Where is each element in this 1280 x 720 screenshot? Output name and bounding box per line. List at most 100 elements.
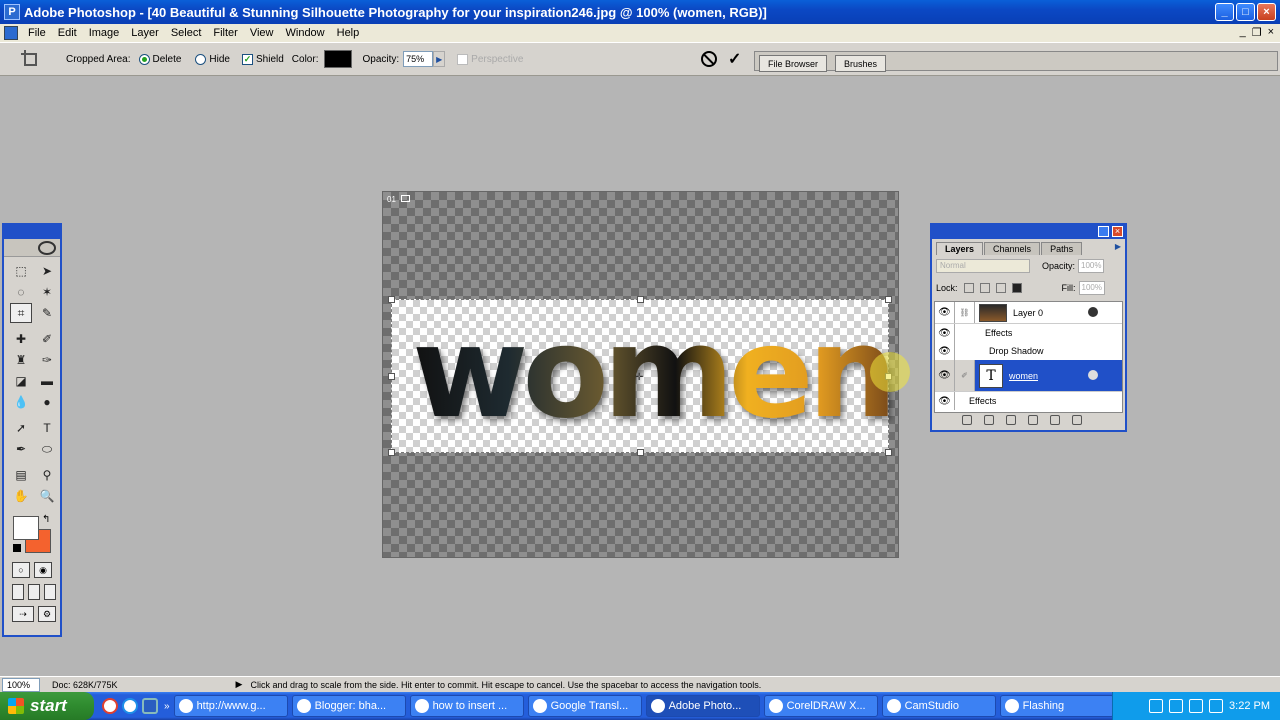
maximize-button[interactable]: □ (1236, 3, 1255, 21)
shield-color-swatch[interactable] (324, 50, 353, 68)
eyedropper-tool-icon[interactable]: ⚲ (36, 465, 58, 485)
jump-icon[interactable]: ⚙ (38, 606, 56, 622)
hide-radio[interactable] (195, 53, 207, 65)
path-selection-tool-icon[interactable]: ➚ (10, 418, 32, 438)
hand-tool-icon[interactable]: ✋ (10, 486, 32, 506)
document-menu-icon[interactable] (4, 26, 18, 40)
doc-close-button[interactable]: × (1268, 26, 1274, 39)
menu-window[interactable]: Window (280, 27, 331, 39)
taskbar-button[interactable]: http://www.g... (173, 695, 288, 717)
crop-handle-bottom-right[interactable] (885, 449, 892, 456)
menu-filter[interactable]: Filter (207, 27, 243, 39)
dodge-tool-icon[interactable]: ● (36, 392, 58, 412)
menu-help[interactable]: Help (331, 27, 366, 39)
effects-row[interactable]: 👁 Effects (935, 324, 1122, 342)
new-set-icon[interactable] (1006, 415, 1016, 425)
eraser-tool-icon[interactable]: ◪ (10, 371, 32, 391)
link-icon[interactable]: ⛓ (955, 302, 975, 323)
toolbox-title-bar[interactable] (4, 225, 60, 239)
clone-stamp-tool-icon[interactable]: ♜ (10, 350, 32, 370)
menu-edit[interactable]: Edit (52, 27, 83, 39)
doc-minimize-button[interactable]: _ (1240, 26, 1246, 39)
healing-brush-tool-icon[interactable]: ✚ (10, 329, 32, 349)
menu-view[interactable]: View (244, 27, 280, 39)
brush-link-icon[interactable]: ✐ (955, 360, 975, 391)
lock-all-icon[interactable] (1011, 283, 1022, 293)
tab-layers[interactable]: Layers (936, 242, 984, 255)
marquee-tool-icon[interactable]: ⬚ (10, 261, 32, 281)
security-icon[interactable] (1209, 699, 1224, 713)
full-screen-menu-icon[interactable] (28, 584, 40, 600)
blend-mode-select[interactable]: Normal (936, 259, 1030, 273)
ellipse-tool-icon[interactable]: ⬭ (36, 439, 58, 459)
standard-screen-icon[interactable] (12, 584, 24, 600)
crop-center-icon[interactable]: ✛ (635, 372, 643, 383)
status-arrow-icon[interactable]: ▶ (236, 679, 243, 690)
crop-handle-top[interactable] (637, 296, 644, 303)
file-browser-tab[interactable]: File Browser (759, 55, 828, 72)
photoshop-app-icon[interactable]: P (4, 4, 20, 20)
clock[interactable]: 3:22 PM (1229, 700, 1270, 712)
slice-tool-icon[interactable]: ✎ (36, 303, 58, 323)
palette-close-button[interactable]: × (1112, 226, 1123, 237)
effects-visibility-eye-icon[interactable]: 👁 (935, 324, 955, 342)
lock-position-icon[interactable] (995, 283, 1006, 293)
effects-row[interactable]: 👁 Effects (935, 392, 1122, 410)
toolbox-logo[interactable] (4, 239, 60, 257)
palette-menu-icon[interactable]: ▶ (1115, 242, 1121, 251)
add-mask-icon[interactable] (984, 415, 994, 425)
network-icon[interactable] (1169, 699, 1184, 713)
volume-icon[interactable] (1189, 699, 1204, 713)
quick-launch-more-icon[interactable]: » (164, 701, 170, 712)
magic-wand-tool-icon[interactable]: ✶ (36, 282, 58, 302)
drop-shadow-eye-icon[interactable]: 👁 (935, 342, 955, 360)
taskbar-button[interactable]: CamStudio (881, 695, 996, 717)
gradient-tool-icon[interactable]: ▬ (36, 371, 58, 391)
layer-effects-icon[interactable] (1088, 370, 1098, 380)
crop-handle-top-right[interactable] (885, 296, 892, 303)
shield-checkbox[interactable]: ✓ (241, 53, 253, 65)
trash-icon[interactable] (1072, 415, 1082, 425)
drop-shadow-row[interactable]: 👁 Drop Shadow (935, 342, 1122, 360)
history-brush-tool-icon[interactable]: ✑ (36, 350, 58, 370)
crop-handle-bottom[interactable] (637, 449, 644, 456)
menu-select[interactable]: Select (165, 27, 208, 39)
shield-opacity-field[interactable]: 75% (403, 51, 434, 67)
blur-tool-icon[interactable]: 💧 (10, 392, 32, 412)
crop-handle-left[interactable] (388, 373, 395, 380)
help-icon[interactable] (1149, 699, 1164, 713)
taskbar-button[interactable]: how to insert ... (409, 695, 524, 717)
crop-handle-bottom-left[interactable] (388, 449, 395, 456)
visibility-eye-icon[interactable]: 👁 (935, 360, 955, 391)
commit-crop-icon[interactable]: ✓ (728, 49, 741, 69)
zoom-tool-icon[interactable]: 🔍 (36, 486, 58, 506)
lasso-tool-icon[interactable]: ◌ (10, 282, 32, 302)
internet-explorer-icon[interactable] (122, 698, 138, 714)
quick-mask-mode-icon[interactable]: ◉ (34, 562, 52, 578)
taskbar-button-active[interactable]: Adobe Photo... (645, 695, 760, 717)
start-button[interactable]: start (0, 692, 94, 720)
minimize-button[interactable]: _ (1215, 3, 1234, 21)
notes-tool-icon[interactable]: ▤ (10, 465, 32, 485)
layer-opacity-field[interactable]: 100% (1078, 259, 1105, 273)
taskbar-button[interactable]: Google Transl... (527, 695, 642, 717)
jump-to-imageready-icon[interactable]: ⇢ (12, 606, 34, 622)
doc-restore-button[interactable]: ❐ (1252, 26, 1262, 39)
crop-handle-top-left[interactable] (388, 296, 395, 303)
visibility-eye-icon[interactable]: 👁 (935, 302, 955, 323)
brushes-tab[interactable]: Brushes (835, 55, 887, 72)
menu-file[interactable]: File (22, 27, 52, 39)
palette-minimize-button[interactable] (1098, 226, 1109, 237)
full-screen-icon[interactable] (44, 584, 56, 600)
lock-transparency-icon[interactable] (963, 283, 974, 293)
doc-size-info[interactable]: Doc: 628K/775K (52, 680, 118, 690)
add-style-icon[interactable] (962, 415, 972, 425)
opacity-slider-arrow-icon[interactable]: ▶ (433, 51, 446, 67)
crop-tool-preset-icon[interactable] (20, 49, 40, 69)
taskbar-button[interactable]: CorelDRAW X... (763, 695, 878, 717)
crop-tool-icon[interactable]: ⌗ (10, 303, 32, 323)
effects-visibility-eye-icon[interactable]: 👁 (935, 392, 955, 410)
brush-tool-icon[interactable]: ✐ (36, 329, 58, 349)
cancel-crop-icon[interactable] (701, 51, 717, 67)
chrome-icon[interactable] (102, 698, 118, 714)
